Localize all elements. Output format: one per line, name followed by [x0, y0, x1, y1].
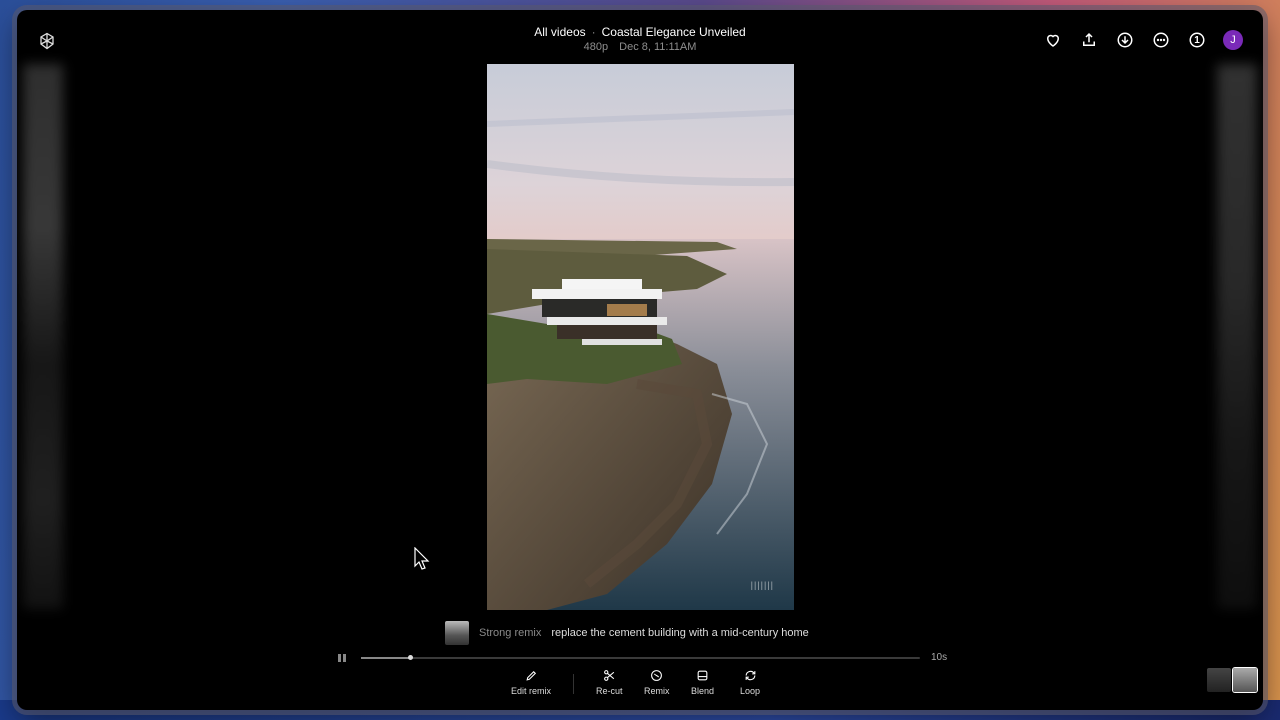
- edit-remix-button[interactable]: Edit remix: [511, 668, 551, 696]
- video-resolution: 480p: [583, 41, 609, 53]
- blend-label: Blend: [691, 686, 715, 696]
- remix-strength-tag: Strong remix: [479, 627, 542, 639]
- remix-prompt-text: replace the cement building with a mid-c…: [551, 627, 809, 639]
- heart-icon[interactable]: [1043, 30, 1063, 50]
- action-divider: [573, 674, 574, 694]
- recut-button[interactable]: Re-cut: [596, 668, 623, 696]
- pencil-icon: [524, 668, 538, 682]
- download-icon[interactable]: [1115, 30, 1135, 50]
- variant-thumbnail-selected[interactable]: [1233, 668, 1257, 692]
- video-title: Coastal Elegance Unveiled: [601, 25, 746, 39]
- pause-icon[interactable]: [338, 653, 348, 663]
- blend-icon: [696, 668, 710, 682]
- video-watermark: |||||||: [750, 580, 774, 590]
- remix-icon: [650, 668, 664, 682]
- count-badge-value: 1: [1194, 34, 1200, 46]
- count-badge-icon[interactable]: 1: [1187, 30, 1207, 50]
- next-video-preview[interactable]: [1217, 64, 1257, 609]
- top-toolbar: 1 J: [1043, 30, 1243, 50]
- avatar[interactable]: J: [1223, 30, 1243, 50]
- playback-scrubber[interactable]: [361, 655, 920, 660]
- video-viewer-window: All videos · Coastal Elegance Unveiled 480…: [17, 10, 1263, 710]
- breadcrumb-all-videos[interactable]: All videos: [534, 25, 585, 39]
- playback-scrubber-handle[interactable]: [408, 655, 414, 660]
- blend-button[interactable]: Blend: [691, 668, 714, 696]
- playback-progress-fill: [361, 657, 411, 659]
- video-player[interactable]: |||||||: [487, 64, 794, 610]
- remix-label: Remix: [644, 686, 670, 696]
- breadcrumb-separator: ·: [591, 25, 596, 39]
- source-video-thumbnail[interactable]: [445, 621, 469, 645]
- video-duration: 10s: [931, 652, 948, 663]
- remix-prompt: Strong remix replace the cement building…: [445, 621, 809, 645]
- previous-video-preview[interactable]: [23, 64, 63, 609]
- video-date: Dec 8, 11:11AM: [619, 41, 697, 53]
- loop-label: Loop: [740, 686, 761, 696]
- video-frame-image: [487, 64, 794, 610]
- remix-button[interactable]: Remix: [644, 668, 670, 696]
- share-icon[interactable]: [1079, 30, 1099, 50]
- mouse-cursor-icon: [414, 547, 430, 570]
- loop-icon: [743, 668, 757, 682]
- recut-label: Re-cut: [596, 686, 623, 696]
- scissors-icon: [602, 668, 616, 682]
- variant-thumbnail[interactable]: [1207, 668, 1231, 692]
- edit-remix-label: Edit remix: [511, 686, 552, 696]
- variant-thumbnails: [1207, 668, 1257, 692]
- more-icon[interactable]: [1151, 30, 1171, 50]
- action-bar: Edit remix Re-cut Remix Blend Loop: [17, 668, 1263, 698]
- loop-button[interactable]: Loop: [740, 668, 760, 696]
